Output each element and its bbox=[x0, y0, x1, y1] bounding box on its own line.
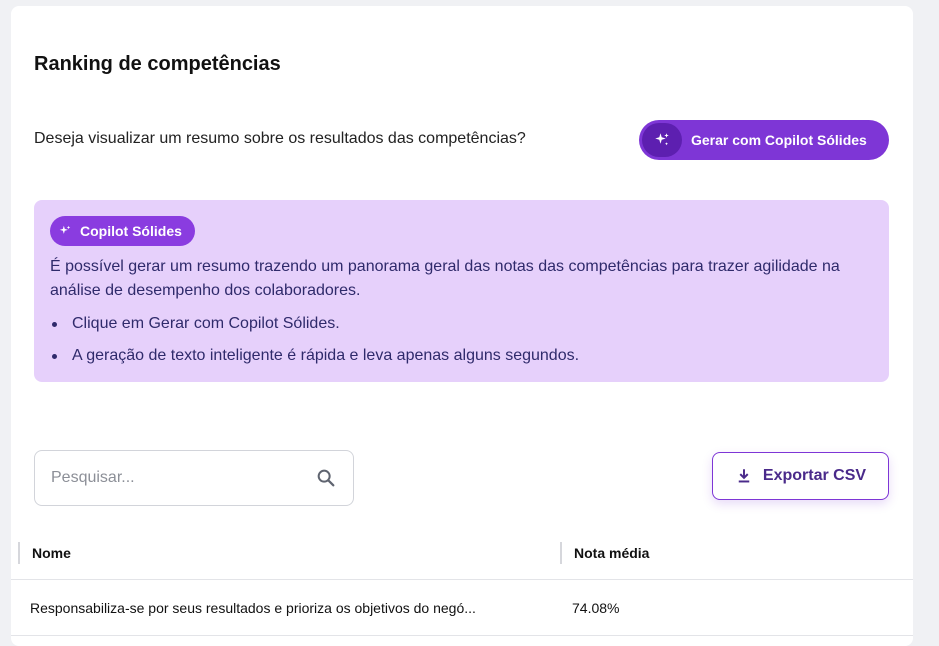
column-header-score[interactable]: Nota média bbox=[560, 542, 649, 564]
competency-name-cell: Responsabiliza-se por seus resultados e … bbox=[30, 600, 476, 616]
score-cell: 74.08% bbox=[572, 600, 620, 616]
generate-copilot-button[interactable]: Gerar com Copilot Sólides bbox=[639, 120, 889, 160]
generate-copilot-label: Gerar com Copilot Sólides bbox=[691, 132, 867, 148]
info-bullet-item: Clique em Gerar com Copilot Sólides. bbox=[50, 312, 579, 344]
table-row[interactable]: Responsabiliza-se por seus resultados e … bbox=[11, 580, 913, 636]
export-csv-label: Exportar CSV bbox=[762, 467, 867, 484]
table-header: Nome Nota média bbox=[11, 534, 913, 580]
competency-ranking-card: Ranking de competências Deseja visualiza… bbox=[11, 6, 913, 646]
column-header-name[interactable]: Nome bbox=[18, 542, 71, 564]
copilot-badge-label: Copilot Sólides bbox=[80, 223, 182, 239]
copilot-info-box: Copilot Sólides É possível gerar um resu… bbox=[34, 200, 889, 382]
sparkles-icon bbox=[642, 123, 682, 157]
page-title: Ranking de competências bbox=[34, 53, 281, 75]
search-icon[interactable] bbox=[315, 467, 337, 494]
download-icon bbox=[738, 469, 750, 483]
info-bullet-item: A geração de texto inteligente é rápida … bbox=[50, 344, 579, 376]
copilot-badge: Copilot Sólides bbox=[50, 216, 195, 246]
search-input[interactable] bbox=[51, 469, 291, 487]
info-bullet-list: Clique em Gerar com Copilot Sólides. A g… bbox=[50, 312, 579, 376]
info-description: É possível gerar um resumo trazendo um p… bbox=[50, 258, 840, 299]
summary-question: Deseja visualizar um resumo sobre os res… bbox=[34, 130, 526, 147]
sparkles-icon bbox=[59, 225, 71, 234]
search-box bbox=[34, 450, 354, 506]
export-csv-button[interactable]: Exportar CSV bbox=[712, 452, 889, 500]
